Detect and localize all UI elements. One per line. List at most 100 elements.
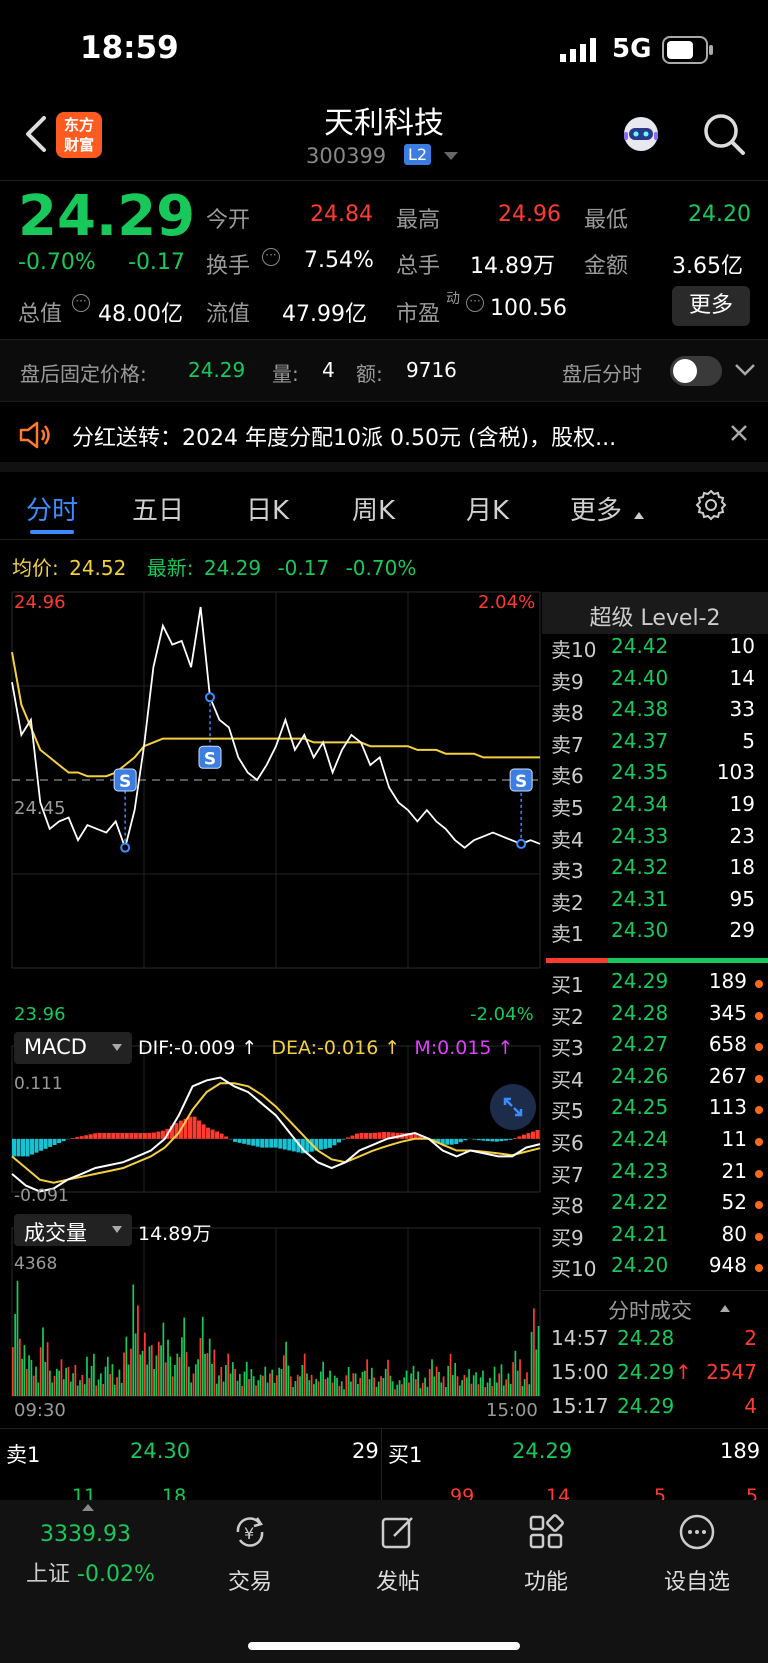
volume-bar	[414, 1379, 417, 1396]
nav-post[interactable]: 发帖	[358, 1512, 438, 1596]
ask-row[interactable]: 卖6 24.35 103	[551, 760, 765, 791]
index-line[interactable]: 上证 -0.02%	[26, 1556, 155, 1588]
quote-panel: 24.29 -0.70% -0.17 今开 24.84 最高 24.96 最低 …	[0, 182, 768, 340]
volume-selector[interactable]: 成交量	[14, 1214, 132, 1246]
gear-icon[interactable]	[694, 488, 728, 526]
tick-volume: 4	[744, 1394, 757, 1418]
dividend-notice[interactable]: 分红送转：2024 年度分配10派 0.50元 (含税)，股权...	[0, 402, 768, 472]
volume-bar	[289, 1376, 292, 1396]
ask-row[interactable]: 卖5 24.34 19	[551, 792, 765, 823]
pe-info-icon[interactable]: ···	[466, 294, 484, 312]
volume-bar	[79, 1380, 81, 1396]
tab-daily-k[interactable]: 日K	[246, 490, 289, 527]
nav-functions[interactable]: 功能	[506, 1512, 586, 1596]
macd-histogram-bar	[282, 1138, 287, 1150]
code-dropdown-icon[interactable]	[444, 152, 458, 160]
volume-bar	[458, 1385, 461, 1396]
bid-row[interactable]: 买1 24.29 189	[551, 969, 765, 1000]
volume-bar	[148, 1346, 151, 1396]
volume-bar	[449, 1353, 452, 1396]
tab-more[interactable]: 更多	[570, 490, 622, 527]
nav-add-watchlist[interactable]: 设自选	[652, 1512, 742, 1596]
ask-row[interactable]: 卖9 24.40 14	[551, 666, 765, 697]
ticks-collapse-icon[interactable]	[720, 1305, 730, 1312]
volume-bar	[394, 1389, 396, 1396]
bid-level-label: 买4	[551, 1067, 584, 1092]
more-button[interactable]: 更多	[672, 286, 750, 326]
bid-row[interactable]: 买7 24.23 21	[551, 1159, 765, 1190]
level2-header[interactable]: 超级 Level-2	[542, 592, 768, 634]
close-icon[interactable]	[730, 424, 748, 446]
ask-row[interactable]: 卖10 24.42 10	[551, 634, 765, 665]
latest-change-pct: -0.70%	[345, 556, 417, 580]
volume-bar	[484, 1386, 487, 1396]
volume-bar	[530, 1331, 533, 1396]
ask-row[interactable]: 卖3 24.32 18	[551, 855, 765, 886]
total-mv-info-icon[interactable]: ···	[72, 294, 90, 312]
volume-bar	[208, 1338, 211, 1396]
tab-intraday[interactable]: 分时	[26, 490, 78, 527]
bid-row[interactable]: 买8 24.22 52	[551, 1190, 765, 1221]
intraday-chart[interactable]: S S S	[0, 588, 544, 1420]
volume-bar	[498, 1373, 501, 1396]
tick-time: 15:17	[551, 1394, 609, 1418]
macd-histogram-bar	[133, 1133, 138, 1139]
after-hours-toggle[interactable]	[670, 356, 722, 386]
after-hours-vol: 4	[322, 358, 335, 382]
ask-row[interactable]: 卖8 24.38 33	[551, 697, 765, 728]
volume-bar	[88, 1378, 91, 1396]
tab-weekly-k[interactable]: 周K	[352, 490, 395, 527]
ask-row[interactable]: 卖7 24.37 5	[551, 729, 765, 760]
bid-price: 24.22	[611, 1190, 669, 1215]
volume-bar	[472, 1375, 475, 1396]
last-price: 24.29	[18, 184, 196, 249]
bid-row[interactable]: 买10 24.20 948	[551, 1253, 765, 1284]
volume-bar	[243, 1371, 246, 1396]
tab-monthly-k[interactable]: 月K	[466, 490, 509, 527]
volume-bar	[512, 1362, 514, 1396]
l1-bid-vol: 189	[720, 1439, 761, 1463]
expand-icon[interactable]	[490, 1084, 536, 1130]
turnover-info-icon[interactable]: ···	[262, 248, 280, 266]
tab-five-day[interactable]: 五日	[132, 490, 184, 527]
bid-row[interactable]: 买6 24.24 11	[551, 1127, 765, 1158]
volume-bar	[496, 1382, 498, 1396]
ask-row[interactable]: 卖4 24.33 23	[551, 824, 765, 855]
bid-row[interactable]: 买2 24.28 345	[551, 1001, 765, 1032]
macd-selector[interactable]: MACD	[14, 1032, 132, 1064]
nav-trade[interactable]: ¥ 交易	[210, 1512, 290, 1596]
bid-row[interactable]: 买4 24.26 267	[551, 1064, 765, 1095]
volume-bar	[150, 1345, 153, 1396]
l1-ask-label: 卖1	[6, 1443, 41, 1467]
volume-bar	[204, 1353, 206, 1396]
order-dot-icon	[755, 1169, 763, 1178]
bid-row[interactable]: 买3 24.27 658	[551, 1032, 765, 1063]
bid-row[interactable]: 买9 24.21 80	[551, 1222, 765, 1253]
bid-level-label: 买3	[551, 1036, 584, 1061]
volume-bar	[234, 1368, 237, 1396]
volume-bar	[303, 1353, 306, 1396]
bid-row[interactable]: 买5 24.25 113	[551, 1095, 765, 1126]
volume-bar	[153, 1368, 155, 1396]
volume-bar	[194, 1364, 197, 1396]
chevron-down-icon[interactable]	[734, 362, 756, 381]
sell-signal-label: S	[119, 772, 131, 792]
volume-bar	[23, 1345, 26, 1396]
ask-row[interactable]: 卖1 24.30 29	[551, 918, 765, 949]
ask-row[interactable]: 卖2 24.31 95	[551, 887, 765, 918]
index-value[interactable]: 3339.93	[40, 1522, 131, 1547]
volume-bar	[486, 1382, 489, 1396]
index-expand-icon[interactable]	[82, 1504, 94, 1511]
volume-bar	[387, 1359, 389, 1396]
l1-ask-price: 24.30	[130, 1439, 191, 1463]
robot-assistant-icon[interactable]	[618, 112, 664, 158]
macd-histogram-bar	[359, 1133, 364, 1139]
macd-values: DIF:-0.009 ↑ DEA:-0.016 ↑ M:0.015 ↑	[138, 1037, 513, 1059]
status-time: 18:59	[80, 30, 179, 66]
macd-histogram-bar	[332, 1138, 337, 1146]
volume-bar	[144, 1332, 146, 1396]
tick-row: 15:17 24.29 4	[551, 1394, 765, 1425]
macd-histogram-bar	[70, 1138, 75, 1139]
notice-text: 分红送转：2024 年度分配10派 0.50元 (含税)，股权...	[72, 426, 617, 451]
search-icon[interactable]	[702, 112, 746, 156]
